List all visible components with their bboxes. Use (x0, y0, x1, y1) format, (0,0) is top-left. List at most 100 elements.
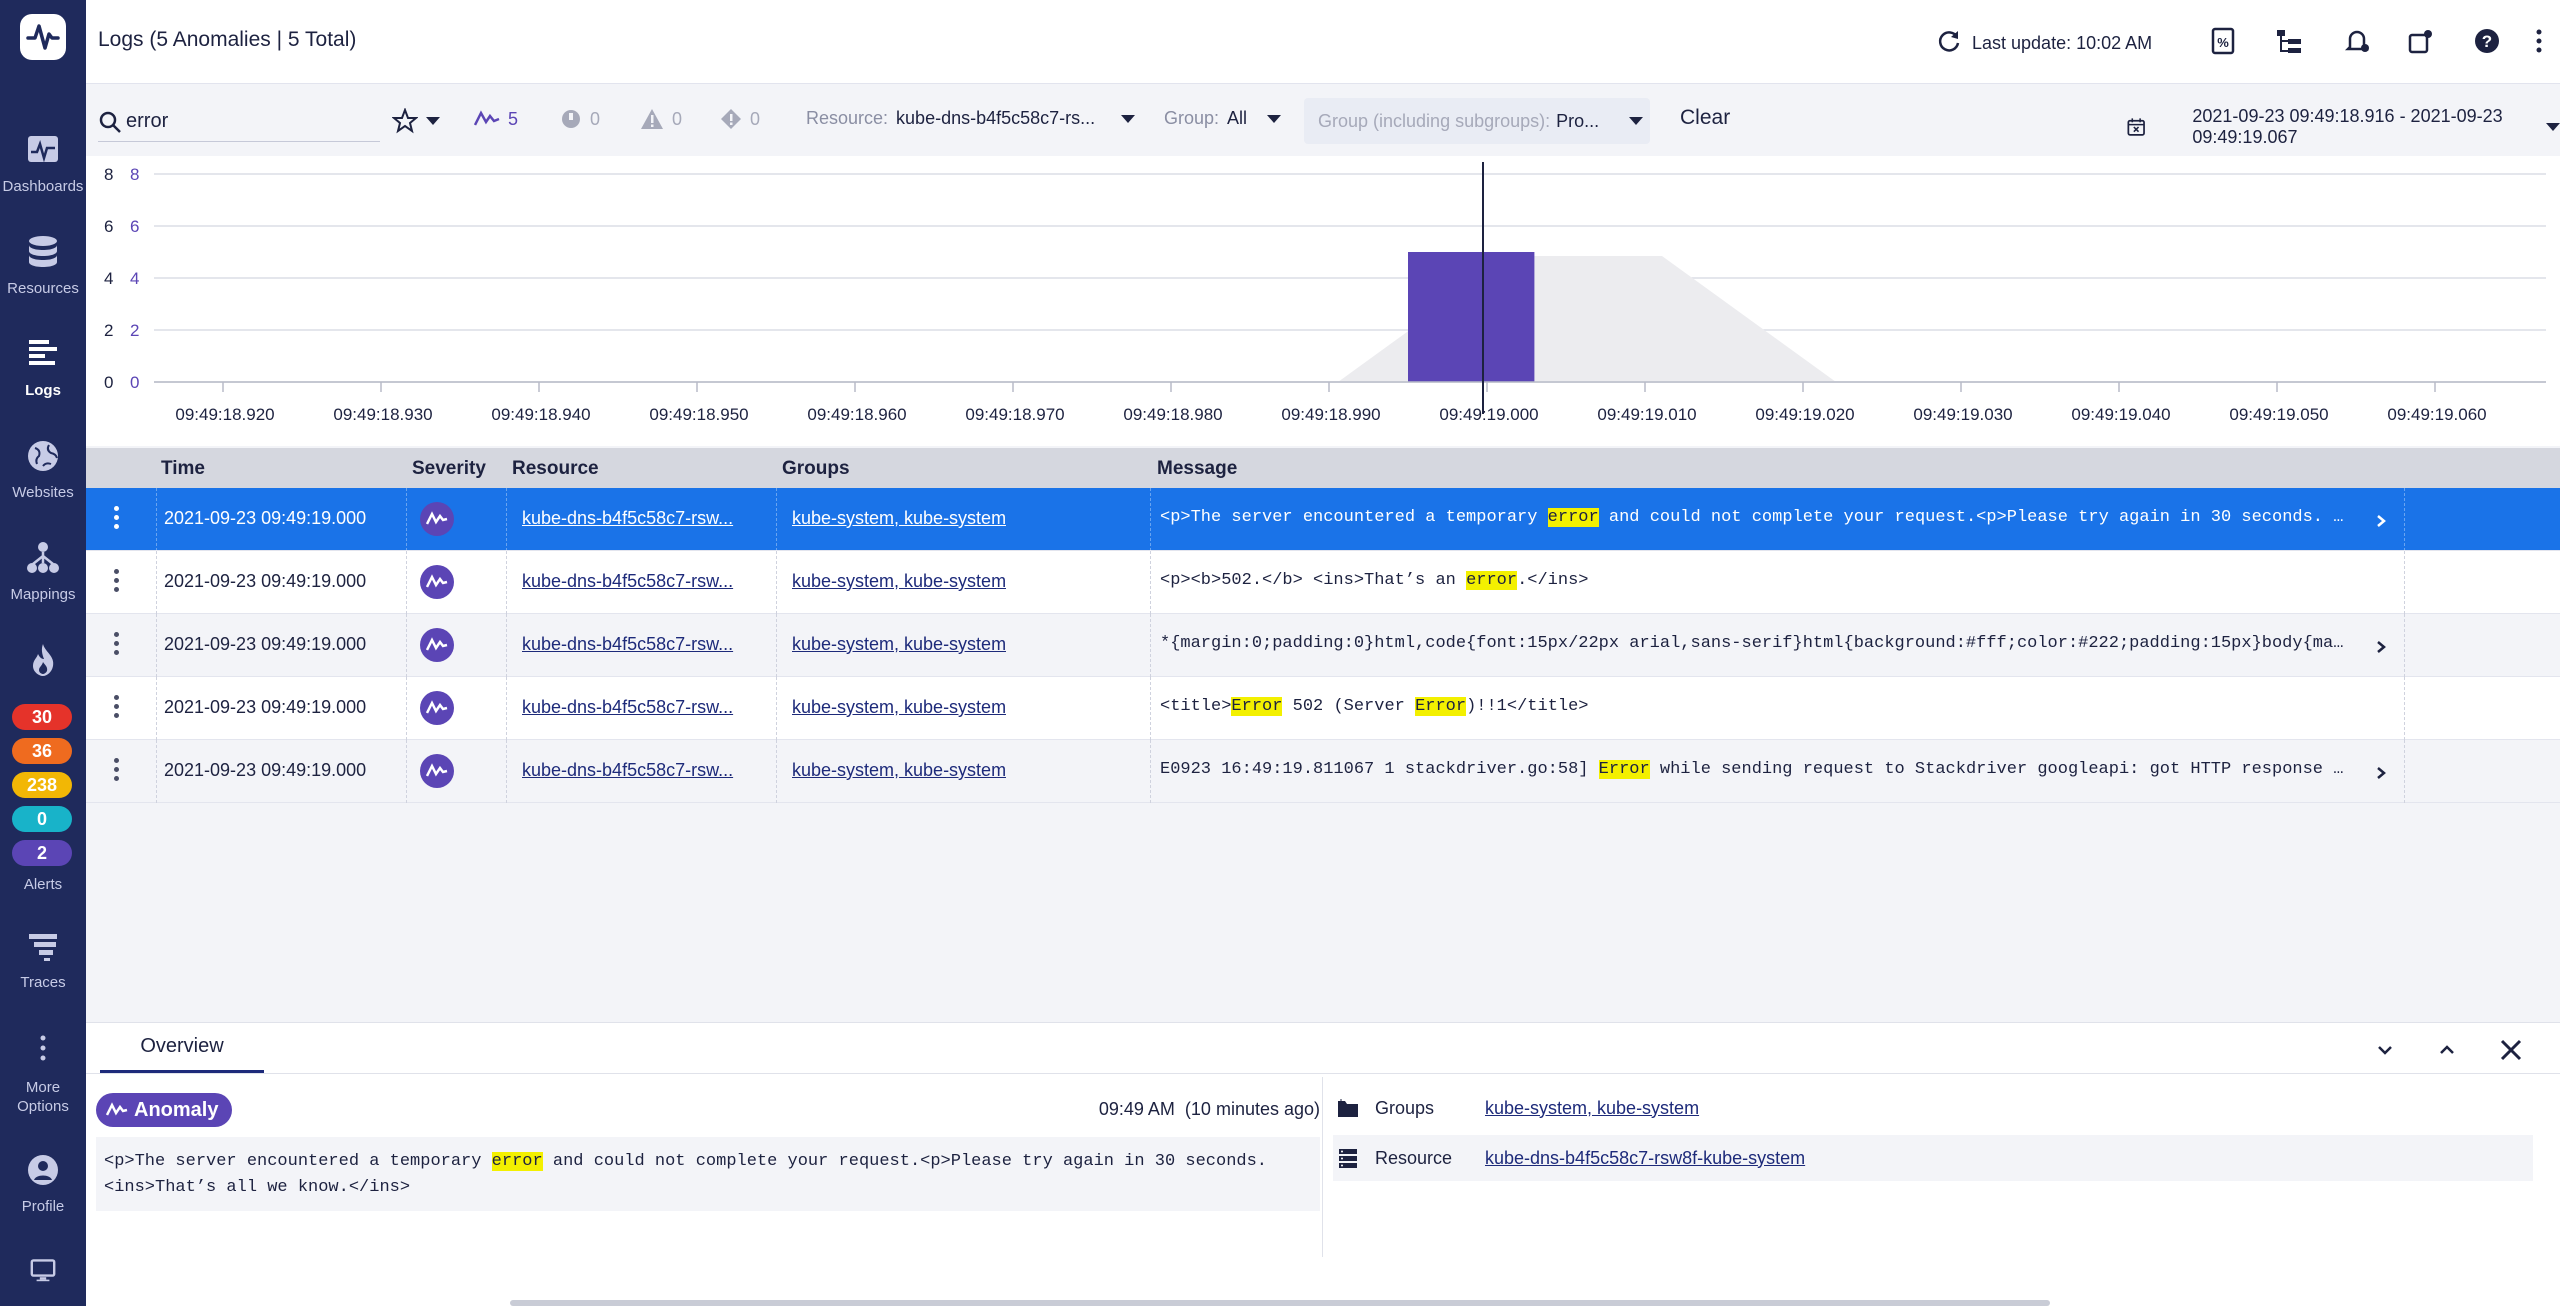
nav-resources[interactable]: Resources (0, 232, 86, 297)
row-menu-icon[interactable] (112, 632, 120, 660)
column-divider (406, 614, 407, 677)
anomaly-badge-label: Anomaly (134, 1098, 219, 1121)
table-row[interactable]: 2021-09-23 09:49:19.000 kube-dns-b4f5c58c… (86, 740, 2560, 803)
group-filter-dropdown[interactable]: Group: All (1164, 108, 1282, 129)
resource-filter-value: kube-dns-b4f5c58c7-rs... (896, 108, 1096, 128)
histogram-bar[interactable] (1408, 252, 1535, 382)
msg-highlight: Error (1231, 697, 1283, 716)
search-input[interactable] (126, 110, 366, 133)
share-icon[interactable] (2404, 24, 2438, 58)
row-menu-icon[interactable] (112, 758, 120, 786)
expand-row-icon[interactable] (2376, 638, 2386, 653)
msg-text: <title> (1160, 697, 1232, 716)
alert-count-cleared[interactable]: 0 (12, 806, 72, 832)
row-message: *{margin:0;padding:0}html,code{font:15px… (1160, 634, 2360, 653)
filter-warning[interactable]: 0 (640, 108, 682, 130)
nav-mappings[interactable]: Mappings (0, 538, 86, 603)
last-update[interactable]: Last update: 10:02 AM (1936, 28, 2152, 59)
table-row[interactable]: 2021-09-23 09:49:19.000 kube-dns-b4f5c58c… (86, 551, 2560, 614)
column-divider (406, 677, 407, 740)
row-menu-icon[interactable] (112, 695, 120, 723)
alert-count-anomaly[interactable]: 2 (12, 840, 72, 866)
column-divider (156, 740, 157, 803)
alert-count-warning[interactable]: 238 (12, 772, 72, 798)
row-resource-link[interactable]: kube-dns-b4f5c58c7-rsw... (522, 571, 758, 592)
nav-label: Resources (7, 280, 79, 297)
row-resource-link[interactable]: kube-dns-b4f5c58c7-rsw... (522, 634, 758, 655)
nav-more-options[interactable]: More Options (0, 1030, 86, 1116)
date-range-text: 2021-09-23 09:49:18.916 - 2021-09-23 09:… (2192, 106, 2503, 147)
y-tick-label: 0 (104, 373, 113, 392)
expand-panel-button[interactable] (2432, 1035, 2462, 1065)
anomaly-severity-icon (420, 754, 454, 788)
search-box[interactable] (98, 102, 380, 142)
nav-monitor[interactable] (0, 1254, 86, 1294)
filter-info[interactable]: 0 (560, 108, 600, 130)
col-groups[interactable]: Groups (782, 458, 850, 480)
horizontal-scrollbar[interactable] (510, 1300, 2050, 1306)
detail-message: <p>The server encountered a temporary er… (96, 1137, 1320, 1211)
table-row[interactable]: 2021-09-23 09:49:19.000 kube-dns-b4f5c58c… (86, 614, 2560, 677)
close-panel-button[interactable] (2496, 1035, 2526, 1065)
x-tick-label: 09:49:19.060 (2387, 405, 2486, 424)
table-row[interactable]: 2021-09-23 09:49:19.000 kube-dns-b4f5c58c… (86, 488, 2560, 551)
nav-dashboards[interactable]: Dashboards (0, 130, 86, 195)
alert-count-critical[interactable]: 30 (12, 704, 72, 730)
refresh-icon[interactable] (1936, 28, 1962, 59)
row-groups-link[interactable]: kube-system, kube-system (792, 697, 1006, 718)
row-menu-icon[interactable] (112, 569, 120, 597)
col-time[interactable]: Time (161, 458, 205, 480)
expand-row-icon[interactable] (2376, 764, 2386, 779)
percent-report-icon[interactable]: % (2206, 24, 2240, 58)
star-icon (392, 108, 418, 134)
row-resource-link[interactable]: kube-dns-b4f5c58c7-rsw... (522, 760, 758, 781)
row-resource-link[interactable]: kube-dns-b4f5c58c7-rsw... (522, 508, 758, 529)
alert-count-error[interactable]: 36 (12, 738, 72, 764)
nav-logs[interactable]: Logs (0, 334, 86, 399)
panel-divider (86, 1073, 2560, 1074)
col-message[interactable]: Message (1157, 458, 1237, 480)
tab-overview[interactable]: Overview (100, 1023, 264, 1073)
row-resource-link[interactable]: kube-dns-b4f5c58c7-rsw... (522, 697, 758, 718)
filter-anomalies[interactable]: 5 (474, 108, 518, 130)
row-groups-link[interactable]: kube-system, kube-system (792, 508, 1006, 529)
resource-filter-dropdown[interactable]: Resource: kube-dns-b4f5c58c7-rs... (806, 108, 1136, 129)
column-divider (406, 488, 407, 551)
nav-profile[interactable]: Profile (0, 1150, 86, 1215)
filter-error[interactable]: 0 (720, 108, 760, 130)
nav-traces[interactable]: Traces (0, 926, 86, 991)
row-groups-link[interactable]: kube-system, kube-system (792, 571, 1006, 592)
chevron-down-icon (1121, 114, 1136, 123)
nav-alerts-label[interactable]: Alerts (0, 876, 86, 893)
collapse-panel-button[interactable] (2370, 1035, 2400, 1065)
clear-filters-button[interactable]: Clear (1680, 106, 1730, 130)
table-row[interactable]: 2021-09-23 09:49:19.000 kube-dns-b4f5c58c… (86, 677, 2560, 740)
help-icon[interactable]: ? (2470, 24, 2504, 58)
date-range-picker[interactable]: 2021-09-23 09:49:18.916 - 2021-09-23 09:… (2126, 106, 2560, 148)
nav-alerts-flame[interactable] (0, 640, 86, 688)
groups-key: Groups (1333, 1098, 1471, 1119)
resource-link[interactable]: kube-dns-b4f5c58c7-rsw8f-kube-system (1485, 1148, 1805, 1169)
app-logo[interactable] (20, 14, 66, 60)
x-tick-label: 09:49:19.010 (1597, 405, 1696, 424)
row-menu-icon[interactable] (112, 506, 120, 534)
row-groups-link[interactable]: kube-system, kube-system (792, 634, 1006, 655)
expand-row-icon[interactable] (2376, 512, 2386, 527)
info-severity-icon (562, 110, 580, 128)
favorites-dropdown[interactable] (392, 108, 440, 134)
alert-settings-icon[interactable] (2340, 24, 2374, 58)
groups-link[interactable]: kube-system, kube-system (1485, 1098, 1699, 1119)
nav-websites[interactable]: Websites (0, 436, 86, 501)
hierarchy-icon[interactable] (2272, 24, 2306, 58)
row-groups-link[interactable]: kube-system, kube-system (792, 760, 1006, 781)
log-histogram-chart[interactable]: 0 0 2 2 4 4 6 6 8 8 09:49:18.920 09:49:18.930 09:49:… (86, 156, 2560, 446)
col-severity[interactable]: Severity (412, 458, 486, 480)
kebab-menu-icon[interactable] (2522, 24, 2556, 58)
y-tick-label-secondary: 6 (130, 217, 139, 236)
group-including-subgroups-dropdown[interactable]: Group (including subgroups): Pro... (1304, 98, 1650, 144)
chevron-down-icon (2546, 123, 2560, 131)
y-tick-label-secondary: 2 (130, 321, 139, 340)
col-resource[interactable]: Resource (512, 458, 599, 480)
x-tick-label: 09:49:19.000 (1439, 405, 1538, 424)
y-tick-label-secondary: 0 (130, 373, 139, 392)
